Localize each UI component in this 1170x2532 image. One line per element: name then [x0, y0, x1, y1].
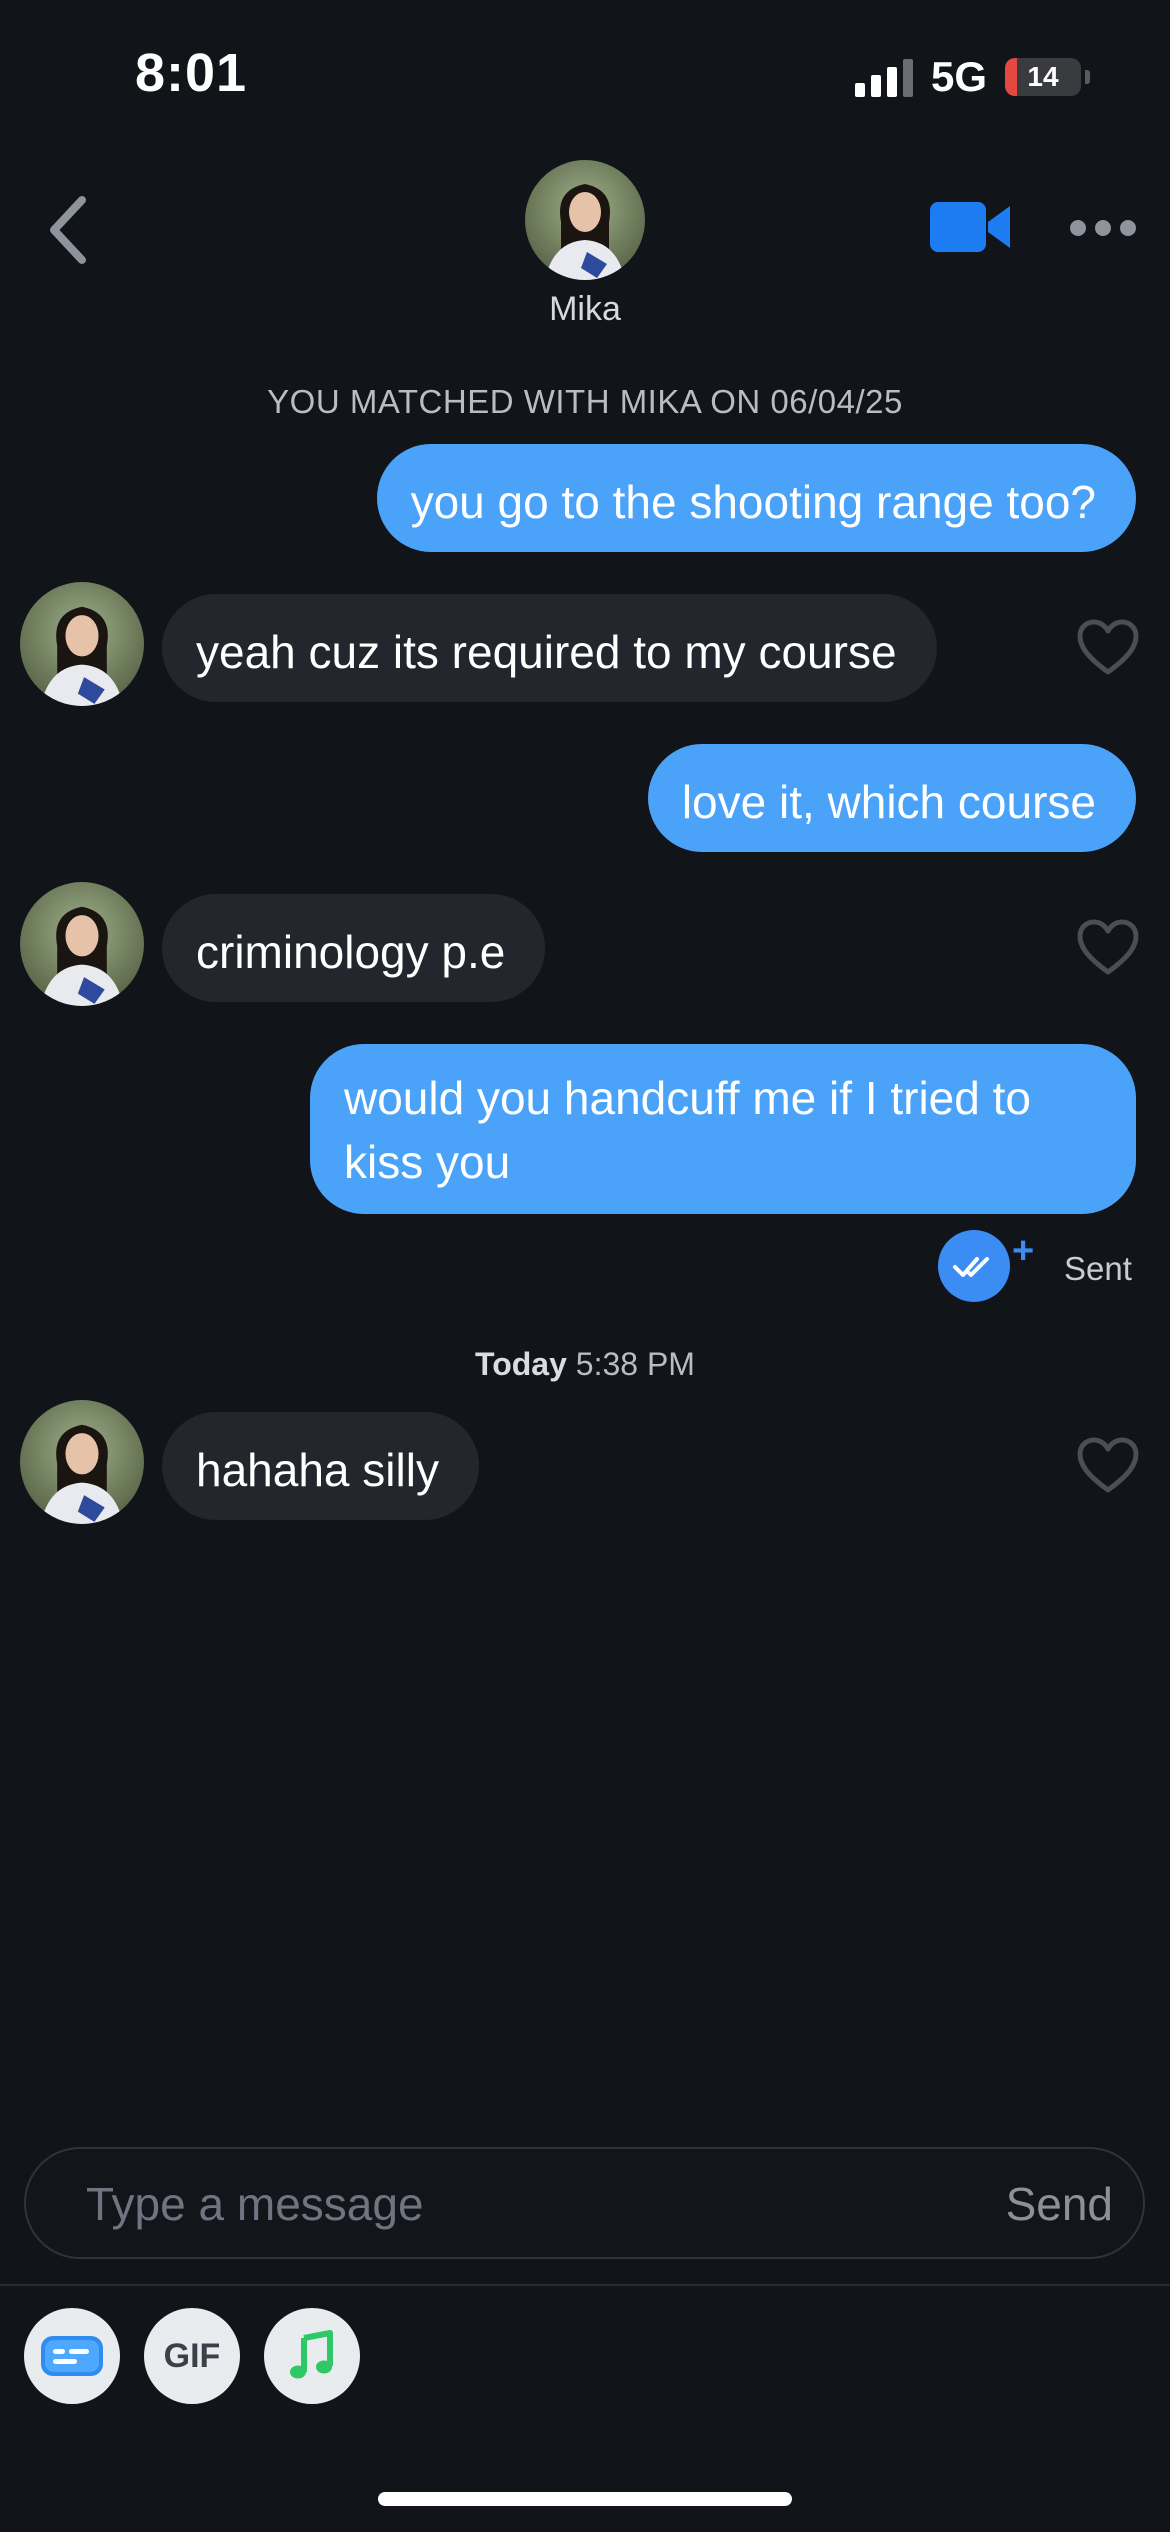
- message-text: hahaha silly: [196, 1444, 439, 1496]
- message-bubble-outgoing[interactable]: would you handcuff me if I tried to kiss…: [310, 1044, 1136, 1214]
- message-text: criminology p.e: [196, 926, 506, 978]
- home-indicator[interactable]: [378, 2492, 792, 2506]
- status-time: 8:01: [135, 43, 248, 103]
- message-text: would you handcuff me if I tried to kiss…: [344, 1072, 1031, 1188]
- message-bubble-outgoing[interactable]: love it, which course: [647, 744, 1136, 852]
- message-bubble-incoming[interactable]: yeah cuz its required to my course: [162, 594, 937, 702]
- network-label: 5G: [930, 53, 987, 100]
- timestamp: Today 5:38 PM: [0, 1346, 1170, 1383]
- sticker-card-icon: [41, 2336, 103, 2376]
- chat-screen: 8:01 5G 14 Mika YOU MATCHED WITH MIKA ON…: [0, 0, 1170, 2532]
- music-button[interactable]: [264, 2308, 360, 2404]
- video-call-icon[interactable]: [930, 200, 1012, 254]
- message-composer: Send: [24, 2147, 1145, 2259]
- avatar[interactable]: [20, 582, 144, 706]
- timestamp-time: 5:38 PM: [575, 1346, 695, 1382]
- signal-icon: [854, 57, 913, 97]
- more-icon[interactable]: [1070, 218, 1136, 238]
- match-banner: YOU MATCHED WITH MIKA ON 06/04/25: [267, 383, 903, 420]
- message-text: love it, which course: [681, 776, 1096, 828]
- message-bubble-incoming[interactable]: hahaha silly: [162, 1412, 479, 1520]
- avatar[interactable]: [20, 882, 144, 1006]
- message-bubble-outgoing[interactable]: you go to the shooting range too?: [376, 444, 1136, 552]
- sent-status: Sent: [1064, 1250, 1132, 1287]
- avatar[interactable]: [20, 1400, 144, 1524]
- battery-cap: [1085, 70, 1090, 84]
- message-input[interactable]: [84, 2149, 908, 2259]
- gif-icon: GIF: [163, 2336, 221, 2375]
- timestamp-day: Today: [475, 1346, 567, 1382]
- message-text: you go to the shooting range too?: [410, 476, 1096, 528]
- message-bubble-incoming[interactable]: criminology p.e: [162, 894, 546, 1002]
- plus-icon[interactable]: +: [1012, 1232, 1034, 1270]
- battery-level: 14: [1027, 61, 1059, 92]
- heart-icon[interactable]: [1076, 618, 1140, 678]
- status-indicators: 5G 14: [854, 52, 1090, 102]
- sticker-button[interactable]: [24, 2308, 120, 2404]
- contact-name[interactable]: Mika: [0, 290, 1170, 329]
- battery-icon: 14: [1005, 58, 1081, 96]
- avatar[interactable]: [525, 160, 645, 280]
- back-icon[interactable]: [40, 190, 100, 270]
- heart-icon[interactable]: [1076, 918, 1140, 978]
- send-button[interactable]: Send: [1006, 2177, 1113, 2231]
- divider: [0, 2284, 1170, 2286]
- music-note-icon: [290, 2330, 333, 2379]
- gif-button[interactable]: GIF: [144, 2308, 240, 2404]
- heart-icon[interactable]: [1076, 1436, 1140, 1496]
- read-receipt-icon[interactable]: [938, 1230, 1010, 1302]
- message-text: yeah cuz its required to my course: [196, 626, 897, 678]
